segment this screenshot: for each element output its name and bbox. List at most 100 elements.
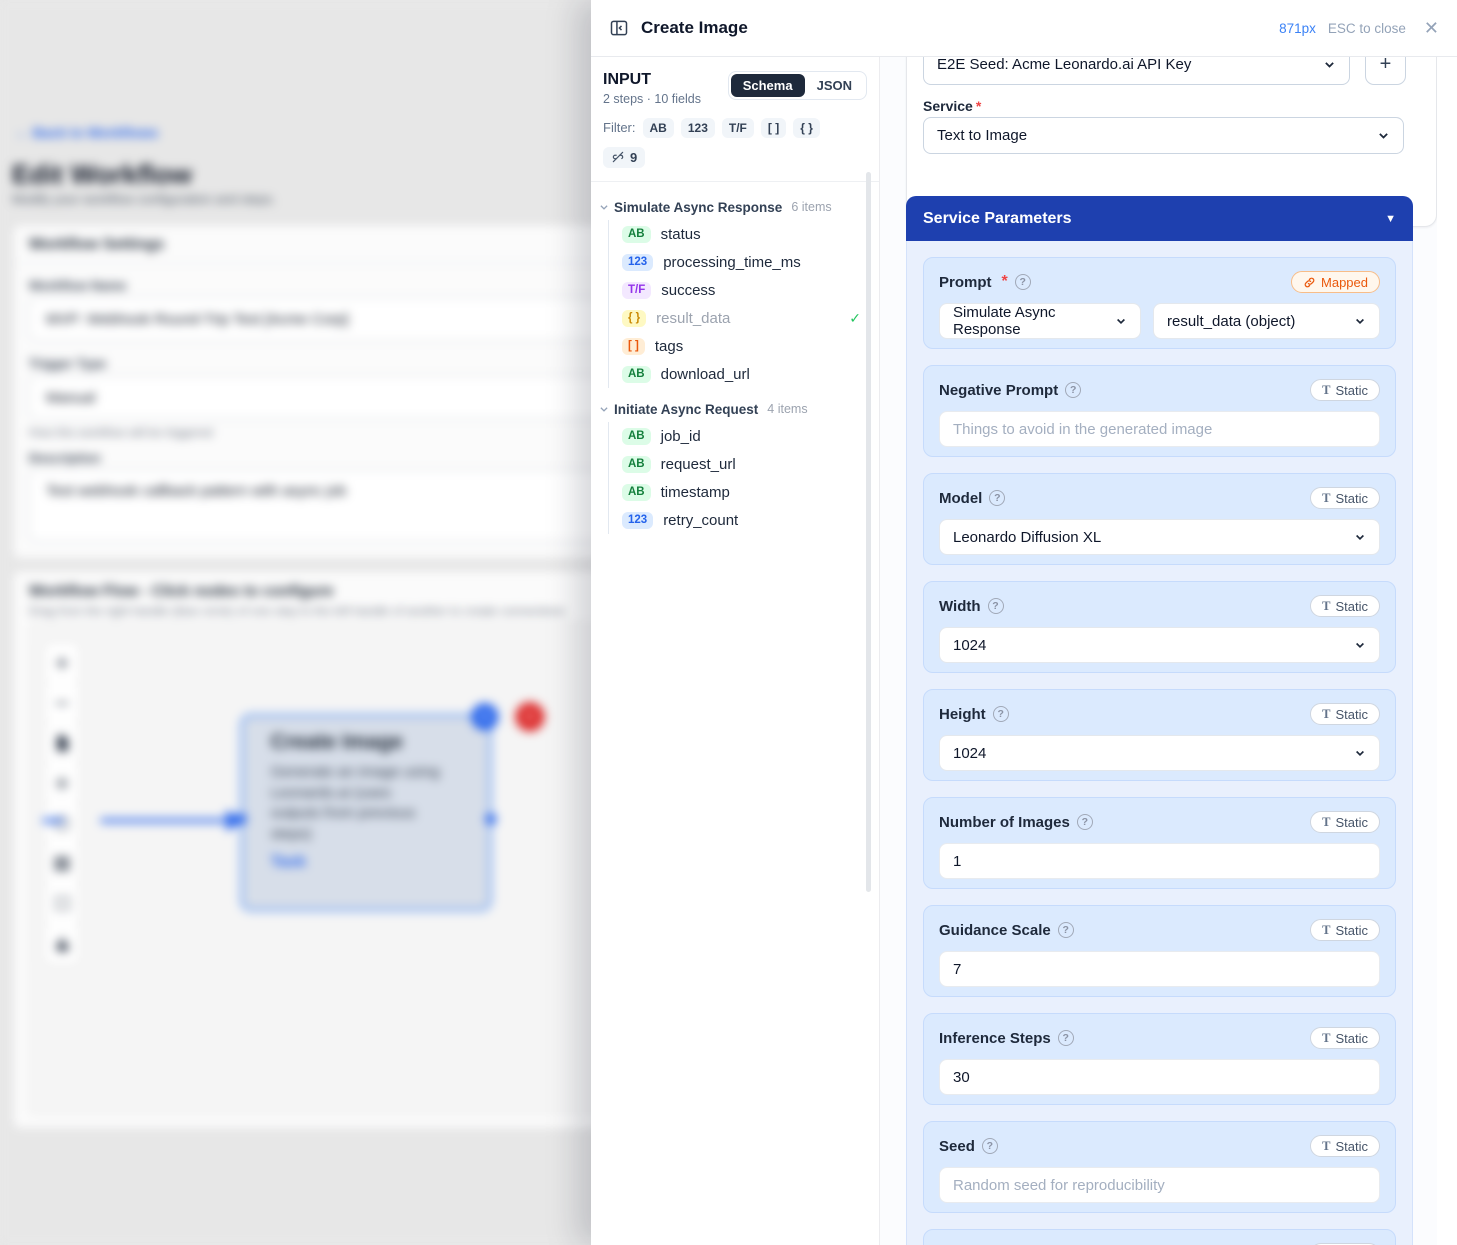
type-text-icon: T xyxy=(1322,491,1330,506)
static-badge[interactable]: TStatic xyxy=(1310,811,1380,833)
create-image-modal: Create Image 871px ESC to close ✕ INPUT … xyxy=(591,0,1457,1245)
link-slash-icon xyxy=(611,150,625,164)
required-asterisk: * xyxy=(976,98,981,114)
static-badge[interactable]: TStatic xyxy=(1310,919,1380,941)
schema-field[interactable]: 123 processing_time_ms xyxy=(609,248,869,276)
zoom-out-button[interactable] xyxy=(45,683,79,723)
width-select[interactable]: 1024 xyxy=(939,627,1380,663)
schema-field[interactable]: [ ] tags xyxy=(609,332,869,360)
static-badge[interactable]: TStatic xyxy=(1310,1027,1380,1049)
help-icon[interactable]: ? xyxy=(1077,814,1093,830)
type-text-icon: T xyxy=(1322,707,1330,722)
number-of-images-input[interactable] xyxy=(939,843,1380,879)
prompt-source-step-select[interactable]: Simulate Async Response xyxy=(939,303,1141,339)
flow-card-subtitle: Drag from the right handle (blue circle)… xyxy=(29,604,565,618)
help-icon[interactable]: ? xyxy=(1065,382,1081,398)
help-icon[interactable]: ? xyxy=(982,1138,998,1154)
schema-field[interactable]: T/F success xyxy=(609,276,869,304)
filter-string[interactable]: AB xyxy=(643,118,674,138)
node-right-handle[interactable] xyxy=(485,814,496,825)
schema-field[interactable]: AB request_url xyxy=(609,450,869,478)
param-card-scheduler: Scheduler ? TStatic xyxy=(923,1229,1396,1245)
filter-number[interactable]: 123 xyxy=(681,118,715,138)
close-icon[interactable]: ✕ xyxy=(1424,18,1439,39)
expand-button[interactable] xyxy=(45,884,79,924)
grid-button[interactable] xyxy=(45,844,79,884)
node-description: Generate an image using Leonardo.ai (use… xyxy=(271,762,442,845)
help-icon[interactable]: ? xyxy=(993,706,1009,722)
schema-field[interactable]: AB status xyxy=(609,220,869,248)
static-badge[interactable]: TStatic xyxy=(1310,595,1380,617)
filter-array[interactable]: [ ] xyxy=(761,118,786,138)
chevron-down-icon xyxy=(599,404,609,414)
static-badge[interactable]: TStatic xyxy=(1310,379,1380,401)
modal-title: Create Image xyxy=(641,18,748,38)
fit-view-button[interactable] xyxy=(45,804,79,844)
type-boolean-badge: T/F xyxy=(622,282,651,299)
type-text-icon: T xyxy=(1322,383,1330,398)
type-text-icon: T xyxy=(1322,599,1330,614)
seed-input[interactable] xyxy=(939,1167,1380,1203)
edge-line xyxy=(100,819,228,823)
help-icon[interactable]: ? xyxy=(989,490,1005,506)
schema-field[interactable]: AB job_id xyxy=(609,422,869,450)
input-panel-header: INPUT 2 steps · 10 fields Schema JSON Fi… xyxy=(591,57,879,182)
tab-schema[interactable]: Schema xyxy=(731,74,805,97)
guidance-scale-input[interactable] xyxy=(939,951,1380,987)
static-badge[interactable]: TStatic xyxy=(1310,703,1380,725)
schema-field[interactable]: 123 retry_count xyxy=(609,506,869,534)
filter-unmapped[interactable]: 9 xyxy=(603,147,645,168)
help-icon[interactable]: ? xyxy=(1058,1030,1074,1046)
prompt-source-field-select[interactable]: result_data (object) xyxy=(1153,303,1380,339)
filter-object[interactable]: { } xyxy=(793,118,820,138)
schema-field[interactable]: AB timestamp xyxy=(609,478,869,506)
inference-steps-input[interactable] xyxy=(939,1059,1380,1095)
workflow-name-label: Workflow Name xyxy=(29,278,127,293)
service-parameters-header[interactable]: Service Parameters ▼ xyxy=(906,196,1413,241)
zoom-in-button[interactable] xyxy=(45,643,79,683)
service-select[interactable]: Text to Image xyxy=(923,117,1404,154)
filter-boolean[interactable]: T/F xyxy=(722,118,754,138)
required-asterisk: * xyxy=(1002,273,1008,291)
scrollbar[interactable] xyxy=(866,172,871,892)
service-parameters-section: Service Parameters ▼ Prompt * ? xyxy=(906,196,1413,1245)
type-string-badge: AB xyxy=(622,456,651,473)
type-string-badge: AB xyxy=(622,366,651,383)
tab-json[interactable]: JSON xyxy=(805,74,864,97)
help-icon[interactable]: ? xyxy=(988,598,1004,614)
help-icon[interactable]: ? xyxy=(1015,274,1031,290)
mapped-badge[interactable]: Mapped xyxy=(1291,271,1380,293)
schema-group: Simulate Async Response 6 items AB statu… xyxy=(599,194,869,388)
param-card-height: Height ? TStatic 1024 xyxy=(923,689,1396,781)
type-text-icon: T xyxy=(1322,1031,1330,1046)
file-button[interactable] xyxy=(45,723,79,763)
lock-button[interactable] xyxy=(45,924,79,964)
height-select[interactable]: 1024 xyxy=(939,735,1380,771)
group-header[interactable]: Initiate Async Request 4 items xyxy=(599,396,869,422)
gear-button[interactable] xyxy=(45,763,79,803)
static-badge[interactable]: TStatic xyxy=(1310,487,1380,509)
schema-field[interactable]: AB download_url xyxy=(609,360,869,388)
node-delete-button[interactable]: ✕ xyxy=(515,702,544,731)
trigger-type-label: Trigger Type xyxy=(29,356,106,371)
node-title: Create Image xyxy=(271,730,480,754)
scrollbar-gutter[interactable] xyxy=(1437,57,1457,1245)
back-to-workflows-link[interactable]: ← Back to Workflows xyxy=(15,125,158,141)
mapped-check-icon: ✓ xyxy=(849,310,861,327)
create-image-node[interactable]: Create Image Generate an image using Leo… xyxy=(241,714,492,911)
help-icon[interactable]: ? xyxy=(1058,922,1074,938)
model-select[interactable]: Leonardo Diffusion XL xyxy=(939,519,1380,555)
add-credential-button[interactable]: + xyxy=(1365,57,1406,85)
schema-group: Initiate Async Request 4 items AB job_id… xyxy=(599,396,869,534)
chevron-down-icon xyxy=(1315,58,1336,71)
negative-prompt-input[interactable] xyxy=(939,411,1380,447)
group-header[interactable]: Simulate Async Response 6 items xyxy=(599,194,869,220)
credential-select[interactable]: E2E Seed: Acme Leonardo.ai API Key xyxy=(923,57,1350,85)
page-subtitle: Modify your workflow configuration and s… xyxy=(12,192,276,207)
static-badge[interactable]: TStatic xyxy=(1310,1135,1380,1157)
type-array-badge: [ ] xyxy=(622,338,645,355)
schema-field-mapped[interactable]: { } result_data ✓ xyxy=(609,304,869,332)
node-add-button[interactable]: + xyxy=(471,703,498,730)
panel-collapse-icon[interactable] xyxy=(609,18,629,38)
node-left-handle[interactable] xyxy=(236,814,247,825)
